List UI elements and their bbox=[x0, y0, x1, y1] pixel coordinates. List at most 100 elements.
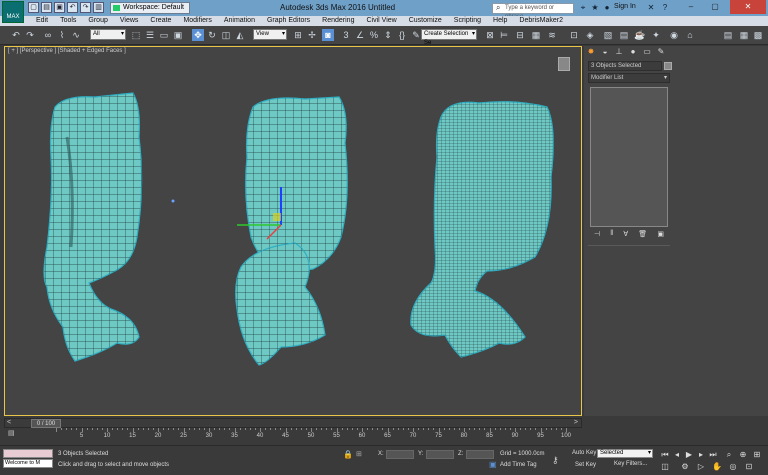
x-coordinate-field[interactable] bbox=[386, 450, 414, 459]
menu-item-civil-view[interactable]: Civil View bbox=[360, 16, 402, 26]
user-icon[interactable]: ● bbox=[602, 3, 612, 13]
app-logo[interactable]: MAX bbox=[2, 1, 24, 23]
new-icon[interactable]: ▢ bbox=[28, 2, 39, 13]
z-coordinate-field[interactable] bbox=[466, 450, 494, 459]
render-iterative-icon[interactable]: ✦ bbox=[650, 29, 662, 41]
edit-named-selection-icon[interactable]: {} bbox=[396, 29, 408, 41]
select-scale-icon[interactable]: ◫ bbox=[220, 29, 232, 41]
render-frame-icon[interactable]: ▤ bbox=[618, 29, 630, 41]
schematic-view-icon[interactable]: ⊡ bbox=[568, 29, 580, 41]
utilities-tab-icon[interactable]: ✎ bbox=[656, 47, 666, 57]
help-icon[interactable]: ? bbox=[660, 3, 670, 13]
menu-item-customize[interactable]: Customize bbox=[403, 16, 448, 26]
goto-end-icon[interactable]: ⏭ bbox=[708, 450, 718, 460]
binoculars-icon[interactable]: ⌖ bbox=[578, 3, 588, 13]
object-color-swatch[interactable] bbox=[664, 62, 672, 70]
object-name-field[interactable]: 3 Objects Selected bbox=[588, 61, 662, 71]
menu-item-create[interactable]: Create bbox=[144, 16, 177, 26]
menu-item-graph-editors[interactable]: Graph Editors bbox=[261, 16, 316, 26]
track-bar[interactable]: ▤ 5 10 15 20 25 30 35 40 45 50 55 60 65 70 75 80 85 90 95 1… bbox=[4, 428, 571, 443]
maximize-button[interactable]: ▢ bbox=[704, 0, 726, 14]
leg-mesh-high-poly[interactable] bbox=[410, 101, 554, 358]
modifier-list-dropdown[interactable]: Modifier List bbox=[588, 73, 670, 83]
layer-manager-icon[interactable]: ⊟ bbox=[514, 29, 526, 41]
sign-in-link[interactable]: Sign In bbox=[614, 3, 636, 10]
menu-item-edit[interactable]: Edit bbox=[30, 16, 54, 26]
auto-key-button[interactable]: Auto Key bbox=[572, 450, 596, 456]
orbit-icon[interactable]: ◎ bbox=[728, 462, 738, 472]
material-editor-icon[interactable]: ◈ bbox=[584, 29, 596, 41]
redo-icon[interactable]: ↷ bbox=[80, 2, 91, 13]
select-move-icon[interactable]: ✥ bbox=[192, 29, 204, 41]
time-tag-icon[interactable]: ▣ bbox=[489, 460, 497, 469]
menu-item-group[interactable]: Group bbox=[82, 16, 113, 26]
render-setup-icon[interactable]: ▧ bbox=[602, 29, 614, 41]
open-icon[interactable]: ▤ bbox=[41, 2, 52, 13]
add-time-tag[interactable]: Add Time Tag bbox=[500, 462, 537, 468]
set-keys-icon[interactable]: ⚷ bbox=[552, 455, 559, 466]
unlink-icon[interactable]: ⌇ bbox=[56, 29, 68, 41]
maximize-viewport-icon[interactable]: ⊞ bbox=[752, 450, 762, 460]
motion-tab-icon[interactable]: ● bbox=[628, 47, 638, 57]
graphite-toolbar-icon[interactable]: ▦ bbox=[530, 29, 542, 41]
ribbon-toggle-icon[interactable]: ▤ bbox=[722, 29, 734, 41]
display-tab-icon[interactable]: ▭ bbox=[642, 47, 652, 57]
a360-icon[interactable]: ⌂ bbox=[684, 29, 696, 41]
toolbar-extra-icon[interactable]: ▩ bbox=[752, 29, 764, 41]
leg-mesh-low-poly[interactable] bbox=[43, 92, 143, 362]
menu-item-rendering[interactable]: Rendering bbox=[316, 16, 360, 26]
select-object-icon[interactable]: ⬚ bbox=[130, 29, 142, 41]
zoom-all-icon[interactable]: ⊕ bbox=[738, 450, 748, 460]
named-selection-dropdown[interactable]: Create Selection Se bbox=[421, 29, 477, 46]
y-coordinate-field[interactable] bbox=[426, 450, 454, 459]
project-folder-icon[interactable]: ▥ bbox=[93, 2, 104, 13]
maxscript-listener-top[interactable] bbox=[3, 449, 53, 458]
track-bar-menu-icon[interactable]: ▤ bbox=[8, 429, 15, 437]
slider-left-arrow-icon[interactable]: < bbox=[7, 419, 11, 426]
previous-frame-icon[interactable]: ◂ bbox=[672, 450, 682, 460]
modify-tab-icon[interactable]: ◒ bbox=[600, 47, 610, 57]
frame-field-icon[interactable]: ◫ bbox=[660, 462, 670, 472]
menu-item-tools[interactable]: Tools bbox=[54, 16, 82, 26]
set-key-button[interactable]: Set Key bbox=[575, 462, 596, 468]
zoom-icon[interactable]: ⌕ bbox=[724, 450, 734, 460]
time-slider[interactable]: 0 / 100 bbox=[31, 419, 61, 428]
modifier-stack[interactable] bbox=[590, 87, 668, 227]
perspective-viewport[interactable]: [ + ] [Perspective ] [Shaded + Edged Fac… bbox=[4, 46, 582, 416]
window-crossing-icon[interactable]: ▣ bbox=[172, 29, 184, 41]
key-filters-button[interactable]: Key Filters... bbox=[614, 461, 647, 467]
menu-item-scripting[interactable]: Scripting bbox=[448, 16, 487, 26]
menu-item-modifiers[interactable]: Modifiers bbox=[177, 16, 217, 26]
menu-item-debrismaker2[interactable]: DebrisMaker2 bbox=[513, 16, 569, 26]
time-config-icon[interactable]: ⚙ bbox=[680, 462, 690, 472]
reference-coordinate-dropdown[interactable]: View bbox=[253, 29, 287, 40]
goto-start-icon[interactable]: ⏮ bbox=[660, 450, 670, 460]
snaps-toggle-icon[interactable]: 3 bbox=[340, 29, 352, 41]
undo-icon[interactable]: ↶ bbox=[67, 2, 78, 13]
maxscript-mini-listener[interactable]: Welcome to M bbox=[3, 459, 53, 468]
workspace-dropdown[interactable]: Workspace: Default bbox=[110, 2, 190, 14]
time-slider-bar[interactable]: < 0 / 100 > bbox=[4, 418, 582, 428]
next-frame-icon[interactable]: ▸ bbox=[696, 450, 706, 460]
selection-lock-icon[interactable]: 🔒 bbox=[343, 450, 353, 459]
rect-selection-icon[interactable]: ▭ bbox=[158, 29, 170, 41]
exchange-icon[interactable]: ✕ bbox=[646, 3, 656, 13]
create-tab-icon[interactable]: ✸ bbox=[586, 47, 596, 57]
link-icon[interactable]: ∞ bbox=[42, 29, 54, 41]
remove-modifier-icon[interactable]: 🗑 bbox=[638, 230, 647, 240]
pin-stack-icon[interactable]: ⊣ bbox=[594, 230, 600, 240]
minimize-button[interactable]: – bbox=[680, 0, 702, 14]
pan-view-icon[interactable]: ✋ bbox=[712, 462, 722, 472]
keyboard-shortcut-icon[interactable]: ◙ bbox=[322, 29, 334, 41]
manipulate-icon[interactable]: ✢ bbox=[306, 29, 318, 41]
save-icon[interactable]: ▣ bbox=[54, 2, 65, 13]
activeshade-icon[interactable]: ◉ bbox=[668, 29, 680, 41]
key-selection-dropdown[interactable]: Selected bbox=[597, 449, 653, 458]
show-end-result-icon[interactable]: ‖ bbox=[610, 230, 613, 240]
redo-icon[interactable]: ↷ bbox=[24, 29, 36, 41]
percent-snap-icon[interactable]: % bbox=[368, 29, 380, 41]
place-icon[interactable]: ◭ bbox=[234, 29, 246, 41]
curve-editor-icon[interactable]: ≋ bbox=[546, 29, 558, 41]
bookmark-icon[interactable]: ★ bbox=[590, 3, 600, 13]
selection-filter-dropdown[interactable]: All bbox=[90, 29, 126, 40]
